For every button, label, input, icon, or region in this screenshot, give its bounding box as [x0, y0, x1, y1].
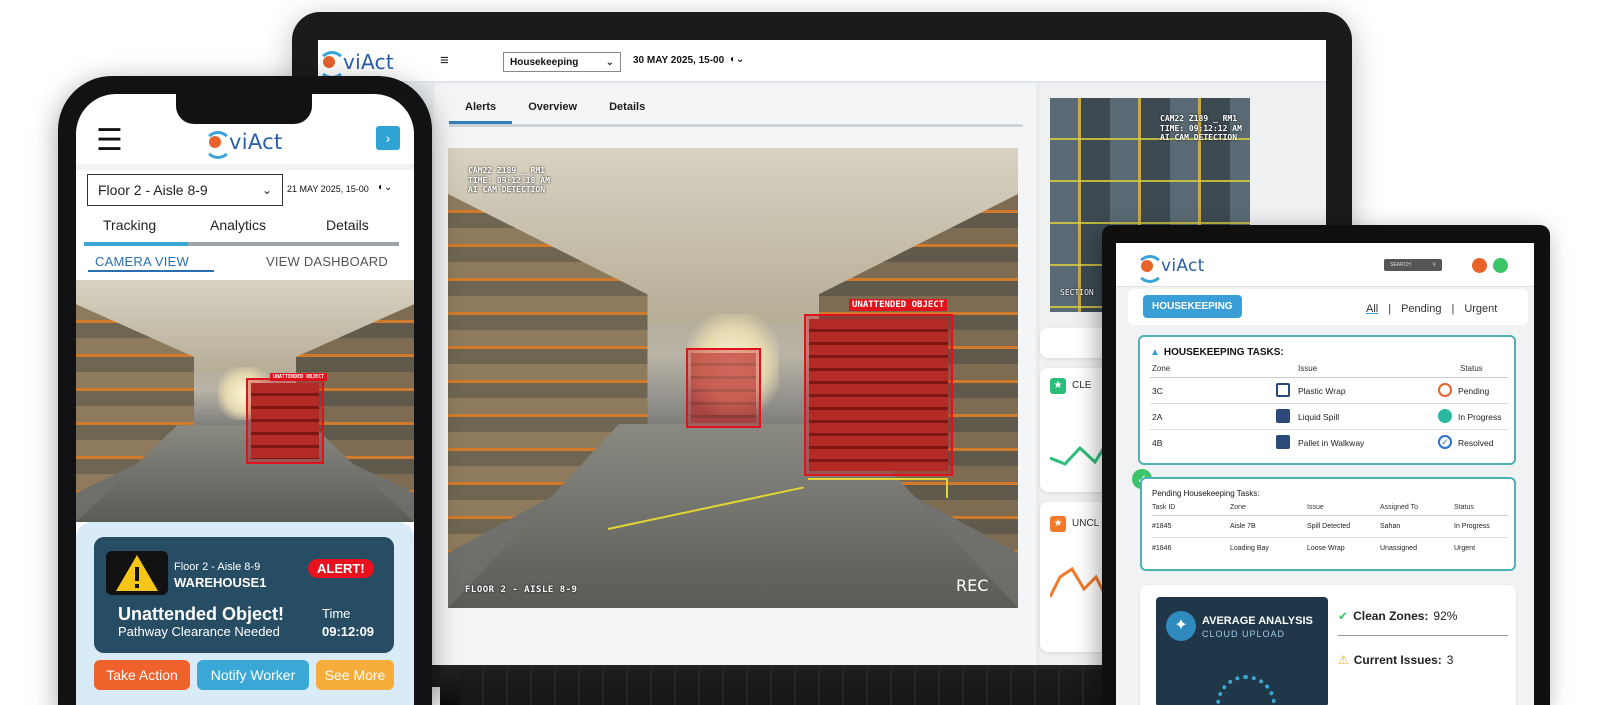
tab-analytics[interactable]: Analytics [210, 217, 266, 235]
see-more-button[interactable]: See More [316, 660, 394, 690]
menu-icon[interactable]: ≡ [440, 52, 449, 69]
warning-icon: ⚠ [1338, 653, 1349, 667]
search-input[interactable]: SEARCH ⚲ [1384, 259, 1442, 271]
laptop-logo[interactable]: viAct [318, 50, 394, 79]
main-camera-feed[interactable]: CAM22 Z189 _ RM1 TIME: 09:12:18 AM AI CA… [448, 148, 1018, 608]
globe-icon[interactable]: ◐⌄ [378, 182, 392, 193]
subtab-camera-view[interactable]: CAMERA VIEW [95, 254, 189, 269]
camera-location: FLOOR 2 - AISLE 8-9 [465, 585, 578, 595]
take-action-button[interactable]: Take Action [94, 660, 190, 690]
resolved-icon: ✓ [1438, 435, 1452, 449]
laptop-topbar: viAct ≡ Housekeeping ⌄ 30 MAY 2025, 15-0… [318, 40, 1326, 82]
camera-overlay-text: CAM22 Z189 _ RM1 TIME: 09:12:18 AM AI CA… [468, 166, 550, 195]
analysis-tile[interactable]: ✦ AVERAGE ANALYSIS CLOUD UPLOAD [1156, 597, 1328, 705]
globe-icon[interactable]: ◐⌄ [730, 54, 744, 65]
status-dot-red[interactable] [1472, 258, 1487, 273]
tab-details[interactable]: Details [326, 217, 369, 235]
star-icon: ★ [1050, 378, 1066, 394]
housekeeping-tasks-panel: ▲ HOUSEKEEPING TASKS: Zone Issue Status … [1138, 335, 1516, 465]
active-tab-indicator [84, 242, 188, 246]
chevron-down-icon: ⌄ [261, 183, 272, 197]
phone-datetime: 21 MAY 2025, 15-00 [287, 184, 369, 194]
analysis-card: ✦ AVERAGE ANALYSIS CLOUD UPLOAD ✔ Clean … [1140, 585, 1516, 705]
alert-card[interactable]: Floor 2 - Aisle 8-9 WAREHOUSE1 ALERT! Un… [94, 537, 394, 653]
notify-worker-button[interactable]: Notify Worker [197, 660, 309, 690]
current-issues-stat: ⚠ Current Issues: 3 [1338, 653, 1454, 667]
spill-icon [1276, 409, 1290, 423]
pending-title: Pending Housekeeping Tasks: [1152, 489, 1260, 498]
megaphone-icon: ▲ [1150, 347, 1160, 358]
laptop-keyboard [460, 670, 1140, 705]
clean-zones-stat: ✔ Clean Zones: 92% [1338, 609, 1458, 623]
viact-logo-icon [318, 51, 346, 79]
filter-pending[interactable]: Pending [1401, 303, 1441, 315]
viact-logo-icon [204, 131, 232, 159]
search-icon: ⚲ [1432, 262, 1436, 268]
tablet-header: viAct SEARCH ⚲ [1116, 243, 1534, 287]
in-progress-icon [1438, 409, 1452, 423]
phone-notch [176, 94, 312, 124]
filter-bar: HOUSEKEEPING All | Pending | Urgent [1128, 289, 1528, 325]
housekeeping-pill[interactable]: HOUSEKEEPING [1143, 295, 1242, 318]
location-select[interactable]: Floor 2 - Aisle 8-9 ⌄ [87, 174, 283, 206]
thumb-overlay-text: CAM22 Z189 _ RM1 TIME: 09:12:12 AM AI CA… [1160, 114, 1242, 143]
star-icon: ★ [1050, 516, 1066, 532]
tablet-logo[interactable]: viAct [1136, 255, 1205, 283]
status-dot-green[interactable] [1493, 258, 1508, 273]
wrap-icon [1276, 383, 1290, 397]
secondary-detection-box [686, 348, 761, 428]
chevron-right-icon[interactable]: › [376, 126, 400, 150]
sparkles-icon: ✦ [1166, 611, 1196, 641]
card-label: UNCL [1072, 518, 1100, 529]
alert-title: Unattended Object! [118, 604, 285, 624]
phone-camera-feed[interactable]: UNATTENDED OBJECT [76, 280, 414, 522]
filter-all[interactable]: All [1366, 303, 1378, 315]
phone-screen: ☰ viAct › Floor 2 - Aisle 8-9 ⌄ 21 MAY 2… [76, 94, 414, 705]
detection-label: UNATTENDED OBJECT [849, 299, 948, 311]
forklift-icon [1276, 435, 1290, 449]
alert-badge: ALERT! [308, 559, 374, 578]
status-filters: All | Pending | Urgent [1366, 303, 1498, 315]
laptop-datetime: 30 MAY 2025, 15-00 [633, 55, 725, 66]
thumb-section-label: SECTION [1060, 288, 1094, 297]
alert-time: 09:12:09 [322, 624, 375, 639]
chevron-down-icon: ⌄ [605, 56, 614, 68]
card-label: CLE [1072, 380, 1092, 391]
pending-tasks-panel: Pending Housekeeping Tasks: Task ID Zone… [1140, 477, 1516, 571]
subtab-view-dashboard[interactable]: VIEW DASHBOARD [266, 254, 388, 269]
tab-details[interactable]: Details [593, 93, 661, 124]
phone-logo[interactable]: viAct [204, 130, 283, 159]
menu-icon[interactable]: ☰ [96, 126, 123, 156]
laptop-tabs: Alerts Overview Details [449, 93, 1023, 127]
alert-subtitle: Pathway Clearance Needed [118, 624, 280, 639]
warning-icon [106, 551, 168, 595]
tab-alerts[interactable]: Alerts [449, 93, 513, 124]
tablet-screen: viAct SEARCH ⚲ HOUSEKEEPING All | Pendin… [1116, 243, 1534, 705]
viact-logo-icon [1136, 255, 1164, 283]
rec-indicator: REC [956, 576, 989, 595]
warehouse-scene [76, 280, 414, 522]
tab-tracking[interactable]: Tracking [103, 217, 156, 235]
detection-box[interactable] [246, 378, 324, 464]
detection-box[interactable] [804, 314, 953, 476]
category-select[interactable]: Housekeeping ⌄ [503, 52, 621, 72]
tasks-title: ▲ HOUSEKEEPING TASKS: [1150, 347, 1284, 358]
pending-icon [1438, 383, 1452, 397]
check-circle-icon: ✔ [1338, 609, 1349, 623]
filter-urgent[interactable]: Urgent [1464, 303, 1497, 315]
tab-overview[interactable]: Overview [512, 93, 593, 124]
gauge-icon [1216, 675, 1276, 705]
